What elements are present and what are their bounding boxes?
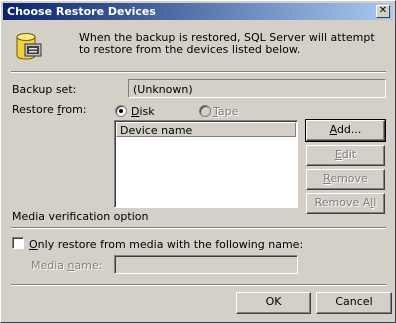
separator <box>11 227 386 229</box>
remove-all-label-rest: l <box>373 196 377 209</box>
only-restore-label-rest: nly restore from media with the followin… <box>37 238 304 251</box>
restore-from-label-pre: Restore <box>12 103 58 116</box>
media-name-label-pre: Media <box>31 259 68 272</box>
dialog-description: When the backup is restored, SQL Server … <box>79 31 375 56</box>
disk-radio[interactable] <box>115 105 127 117</box>
backup-set-value: (Unknown) <box>133 83 193 96</box>
title-bar[interactable]: Choose Restore Devices ✕ <box>3 3 393 20</box>
separator <box>11 71 386 73</box>
close-icon: ✕ <box>378 5 388 16</box>
remove-label-rest: emove <box>330 172 368 185</box>
restore-from-label: Restore from: <box>12 103 87 116</box>
device-list[interactable]: Device name <box>114 120 298 208</box>
remove-all-label-pre: Remove A <box>314 196 371 209</box>
edit-label-rest: dit <box>341 148 357 161</box>
tape-label-rest: ape <box>217 105 239 118</box>
close-button[interactable]: ✕ <box>376 5 390 18</box>
backup-set-field: (Unknown) <box>128 79 386 98</box>
edit-button[interactable]: Edit <box>306 145 385 166</box>
remove-button[interactable]: Remove <box>306 169 385 190</box>
only-restore-mnemonic: O <box>29 238 38 251</box>
tape-radio[interactable] <box>199 105 211 117</box>
media-name-label: Media name: <box>31 259 102 272</box>
dialog-title: Choose Restore Devices <box>7 5 156 18</box>
separator <box>11 284 386 286</box>
add-mnemonic: A <box>329 123 337 136</box>
disk-radio-label[interactable]: Disk <box>131 105 155 118</box>
ok-button[interactable]: OK <box>236 292 311 314</box>
media-name-field[interactable] <box>114 255 298 274</box>
tape-radio-label[interactable]: Tape <box>213 105 238 118</box>
cancel-button[interactable]: Cancel <box>316 292 392 314</box>
media-verification-section-label: Media verification option <box>12 210 149 223</box>
disk-label-rest: isk <box>139 105 155 118</box>
device-name-header-label: Device name <box>120 124 193 137</box>
media-name-mnemonic: n <box>67 259 75 272</box>
add-button[interactable]: Add... <box>305 119 386 142</box>
choose-restore-devices-dialog: Choose Restore Devices ✕ When the backup… <box>0 0 396 323</box>
database-icon <box>16 33 42 60</box>
only-restore-from-media-checkbox[interactable] <box>12 237 24 249</box>
only-restore-from-media-label[interactable]: Only restore from media with the followi… <box>29 238 303 251</box>
edit-mnemonic: E <box>334 148 342 161</box>
restore-from-label-post: rom: <box>61 103 87 116</box>
device-name-column-header[interactable]: Device name <box>116 122 296 137</box>
backup-set-label: Backup set: <box>12 83 77 96</box>
add-label-rest: dd... <box>336 123 362 136</box>
media-name-label-rest: ame: <box>74 259 103 272</box>
remove-all-button[interactable]: Remove All <box>306 193 385 214</box>
